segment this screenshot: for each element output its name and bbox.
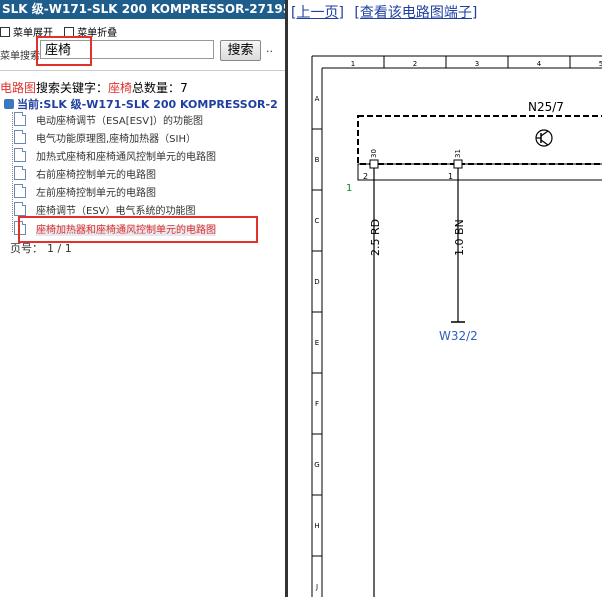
document-icon <box>14 148 26 162</box>
tree-item[interactable]: 左前座椅控制单元的电路图 <box>14 184 156 201</box>
page-number: 页号： 1 / 1 <box>10 240 72 256</box>
tree-item[interactable]: 右前座椅控制单元的电路图 <box>14 166 156 183</box>
component-box <box>357 115 602 165</box>
row-label: D <box>314 278 319 286</box>
transistor-emitter <box>540 139 549 146</box>
result-keyword: 座椅 <box>108 81 133 95</box>
computer-icon <box>4 99 14 109</box>
search-button[interactable]: 搜索 <box>220 40 261 61</box>
tree-item-label: 右前座椅控制单元的电路图 <box>36 170 156 181</box>
search-highlight-box <box>36 36 92 66</box>
tree-item-label: 左前座椅控制单元的电路图 <box>36 188 156 199</box>
tree-item[interactable]: 加热式座椅和座椅通风控制单元的电路图 <box>14 148 216 165</box>
pin-number: 1 <box>448 172 453 181</box>
result-count-label: 总数量： <box>132 81 181 95</box>
document-icon <box>14 202 26 216</box>
wire-label-rd: 2.5 RD <box>369 219 382 256</box>
pin-label: 30 <box>370 149 378 158</box>
tree-item[interactable]: 电气功能原理图,座椅加热器（SIH） <box>14 130 196 147</box>
search-label: 菜单搜索 <box>0 51 40 62</box>
row-label: F <box>315 400 319 408</box>
row-label: J <box>315 583 318 591</box>
row-ticks: A B C D E F G H J <box>312 95 322 591</box>
row-label: B <box>315 156 320 164</box>
column-label: 4 <box>537 60 542 68</box>
tree-item[interactable]: 电动座椅调节（ESA[ESV]）的功能图 <box>14 112 203 129</box>
document-icon <box>14 130 26 144</box>
row-label: C <box>315 217 320 225</box>
tree-item-label: 加热式座椅和座椅通风控制单元的电路图 <box>36 152 216 163</box>
divider <box>0 70 285 71</box>
result-count: 7 <box>180 81 188 95</box>
circuit-diagram: 12345 ABCDEFGHJ N25/7 30 31 2 1 1 2.5 RD… <box>311 55 602 597</box>
current-node[interactable]: 当前:SLK 级-W171-SLK 200 KOMPRESSOR-2 <box>4 96 278 112</box>
result-prefix: 电路图 <box>0 81 37 95</box>
more-link[interactable]: .. <box>266 42 273 55</box>
column-label: 1 <box>351 60 355 68</box>
left-panel: SLK 级-W171-SLK 200 KOMPRESSOR-271954-GA … <box>0 0 285 597</box>
column-ticks: 12345 <box>351 56 602 68</box>
document-icon <box>14 166 26 180</box>
tree-item-label: 电气功能原理图,座椅加热器（SIH） <box>36 134 196 145</box>
row-label: E <box>315 339 319 347</box>
component-label: N25/7 <box>528 100 564 114</box>
pin-30 <box>369 159 379 169</box>
selection-highlight-box <box>18 216 258 243</box>
result-keyword-label: 搜索关键字： <box>36 81 109 95</box>
pin-number: 2 <box>363 172 368 181</box>
search-result-summary: 电路图搜索关键字：座椅总数量：7 <box>0 79 188 96</box>
row-label: A <box>315 95 320 103</box>
tree-item-label: 电动座椅调节（ESA[ESV]）的功能图 <box>36 116 204 127</box>
wire-label-bn: 1.0 BN <box>453 219 466 256</box>
page-value: 1 / 1 <box>47 242 72 255</box>
column-label: 3 <box>475 60 479 68</box>
page-label: 页号： <box>10 242 43 255</box>
expand-icon <box>0 27 10 37</box>
sheet-marker: 1 <box>346 183 352 194</box>
row-label: G <box>314 461 319 469</box>
column-label: 2 <box>413 60 417 68</box>
ground-point-link[interactable]: W32/2 <box>439 329 478 343</box>
connector-strip <box>357 163 602 181</box>
transistor-collector <box>540 130 549 137</box>
right-panel: [上一页] [查看该电路图端子] 12345 ABCDEFGHJ N25/7 3… <box>288 0 602 597</box>
current-node-label: 当前:SLK 级-W171-SLK 200 KOMPRESSOR-2 <box>17 98 278 111</box>
pin-31 <box>453 159 463 169</box>
document-icon <box>14 184 26 198</box>
row-label: H <box>314 522 319 530</box>
pin-label: 31 <box>454 149 462 158</box>
document-icon <box>14 112 26 126</box>
window-title: SLK 级-W171-SLK 200 KOMPRESSOR-271954-GA <box>0 0 285 19</box>
